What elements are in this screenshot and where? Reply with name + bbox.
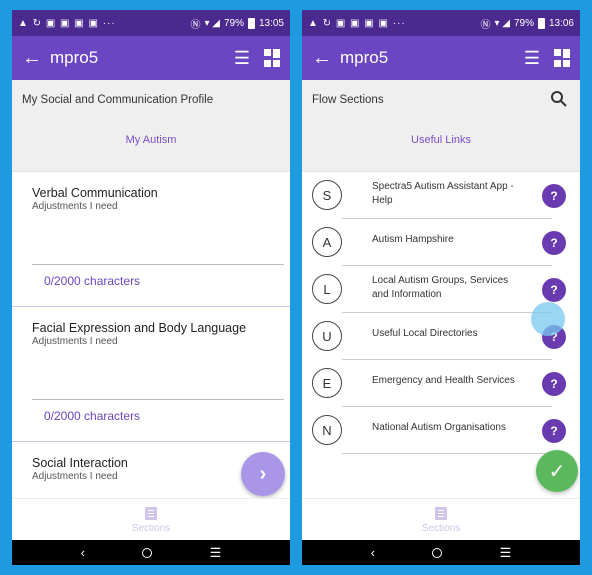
link-item-national-autism-orgs[interactable]: N National Autism Organisations ? bbox=[312, 407, 572, 454]
bottom-nav-sections[interactable]: Sections bbox=[12, 498, 290, 540]
system-nav-bar: ‹ ☰ bbox=[12, 540, 290, 565]
search-icon[interactable] bbox=[550, 90, 568, 108]
item-title: Facial Expression and Body Language bbox=[32, 321, 247, 335]
bottom-nav-sections[interactable]: Sections bbox=[302, 498, 580, 540]
link-item-emergency-health[interactable]: E Emergency and Health Services ? bbox=[312, 360, 572, 407]
item-title: Social Interaction bbox=[32, 456, 128, 470]
battery-percent: 79% bbox=[223, 17, 244, 29]
status-bar: ▲ ↻ ▣ ▣ ▣ ▣ ··· Ⓝ ▾ ◢ 79% 13:06 bbox=[302, 10, 580, 36]
section-header: My Social and Communication Profile My A… bbox=[12, 80, 290, 172]
phone-screen-left: ▲ ↻ ▣ ▣ ▣ ▣ ··· Ⓝ ▾ ◢ 79% 13:05 ← mpro5 … bbox=[12, 10, 290, 565]
help-icon[interactable]: ? bbox=[542, 184, 566, 208]
sections-label: Sections bbox=[421, 523, 461, 534]
section-link-my-autism[interactable]: My Autism bbox=[12, 134, 290, 146]
menu-icon[interactable]: ☰ bbox=[524, 48, 540, 69]
link-label: Autism Hampshire bbox=[372, 234, 454, 245]
battery-icon bbox=[537, 17, 545, 29]
system-back-icon[interactable]: ‹ bbox=[371, 545, 375, 560]
signal-icon: ▾ ◢ bbox=[494, 17, 510, 29]
sections-icon bbox=[435, 507, 447, 520]
character-counter: 0/2000 characters bbox=[44, 409, 141, 423]
menu-icon[interactable]: ☰ bbox=[234, 48, 250, 69]
page-title: My Social and Communication Profile bbox=[22, 94, 214, 106]
divider bbox=[342, 453, 552, 454]
back-arrow-icon[interactable]: ← bbox=[312, 47, 340, 70]
help-icon[interactable]: ? bbox=[542, 231, 566, 255]
item-subtitle: Adjustments I need bbox=[32, 336, 118, 347]
system-recents-icon[interactable]: ☰ bbox=[500, 545, 512, 561]
system-recents-icon[interactable]: ☰ bbox=[210, 545, 222, 561]
text-input-underline[interactable] bbox=[32, 264, 284, 265]
letter-avatar: S bbox=[312, 180, 342, 210]
nfc-icon: Ⓝ bbox=[190, 19, 201, 31]
item-subtitle: Adjustments I need bbox=[32, 201, 118, 212]
back-arrow-icon[interactable]: ← bbox=[22, 47, 50, 70]
battery-percent: 79% bbox=[513, 17, 534, 29]
nfc-icon: Ⓝ bbox=[480, 19, 491, 31]
signal-icon: ▾ ◢ bbox=[204, 17, 220, 29]
grid-view-icon[interactable] bbox=[554, 49, 570, 67]
section-link-useful-links[interactable]: Useful Links bbox=[302, 134, 580, 146]
notification-icons: ▲ ↻ ▣ ▣ ▣ ▣ ··· bbox=[18, 17, 116, 29]
link-label: Local Autism Groups, Services and Inform… bbox=[372, 275, 509, 300]
letter-avatar: N bbox=[312, 415, 342, 445]
link-label: Spectra5 Autism Assistant App - Help bbox=[372, 181, 514, 206]
system-nav-bar: ‹ ☰ bbox=[302, 540, 580, 565]
link-label: Useful Local Directories bbox=[372, 328, 478, 339]
status-bar: ▲ ↻ ▣ ▣ ▣ ▣ ··· Ⓝ ▾ ◢ 79% 13:05 bbox=[12, 10, 290, 36]
link-item-spectra5-help[interactable]: S Spectra5 Autism Assistant App - Help ? bbox=[312, 172, 572, 219]
sections-icon bbox=[145, 507, 157, 520]
next-fab-button[interactable]: › bbox=[241, 452, 285, 496]
profile-item-facial-expression[interactable]: Facial Expression and Body Language Adju… bbox=[12, 307, 290, 442]
item-title: Verbal Communication bbox=[32, 186, 158, 200]
system-home-icon[interactable] bbox=[432, 547, 443, 558]
text-input-underline[interactable] bbox=[32, 399, 284, 400]
notification-icons: ▲ ↻ ▣ ▣ ▣ ▣ ··· bbox=[308, 17, 406, 29]
confirm-fab-button[interactable]: ✓ bbox=[536, 450, 578, 492]
grid-view-icon[interactable] bbox=[264, 49, 280, 67]
link-label: Emergency and Health Services bbox=[372, 375, 515, 386]
sections-label: Sections bbox=[131, 523, 171, 534]
help-icon[interactable]: ? bbox=[542, 419, 566, 443]
link-item-autism-hampshire[interactable]: A Autism Hampshire ? bbox=[312, 219, 572, 266]
app-bar: ← mpro5 ☰ bbox=[12, 36, 290, 80]
letter-avatar: A bbox=[312, 227, 342, 257]
app-title: mpro5 bbox=[50, 48, 99, 67]
page-title: Flow Sections bbox=[312, 94, 384, 106]
letter-avatar: L bbox=[312, 274, 342, 304]
app-bar: ← mpro5 ☰ bbox=[302, 36, 580, 80]
link-label: National Autism Organisations bbox=[372, 422, 506, 433]
phone-screen-right: ▲ ↻ ▣ ▣ ▣ ▣ ··· Ⓝ ▾ ◢ 79% 13:06 ← mpro5 … bbox=[302, 10, 580, 565]
link-item-local-autism-groups[interactable]: L Local Autism Groups, Services and Info… bbox=[312, 266, 572, 313]
status-time: 13:06 bbox=[548, 17, 574, 29]
character-counter: 0/2000 characters bbox=[44, 274, 141, 288]
letter-avatar: U bbox=[312, 321, 342, 351]
item-subtitle: Adjustments I need bbox=[32, 471, 118, 482]
letter-avatar: E bbox=[312, 368, 342, 398]
floating-assistant-bubble[interactable] bbox=[531, 302, 565, 336]
battery-icon bbox=[247, 17, 255, 29]
app-title: mpro5 bbox=[340, 48, 389, 67]
system-back-icon[interactable]: ‹ bbox=[81, 545, 85, 560]
help-icon[interactable]: ? bbox=[542, 372, 566, 396]
help-icon[interactable]: ? bbox=[542, 278, 566, 302]
status-time: 13:05 bbox=[258, 17, 284, 29]
section-header: Flow Sections Useful Links bbox=[302, 80, 580, 172]
profile-item-verbal-communication[interactable]: Verbal Communication Adjustments I need … bbox=[12, 172, 290, 307]
system-home-icon[interactable] bbox=[142, 547, 153, 558]
